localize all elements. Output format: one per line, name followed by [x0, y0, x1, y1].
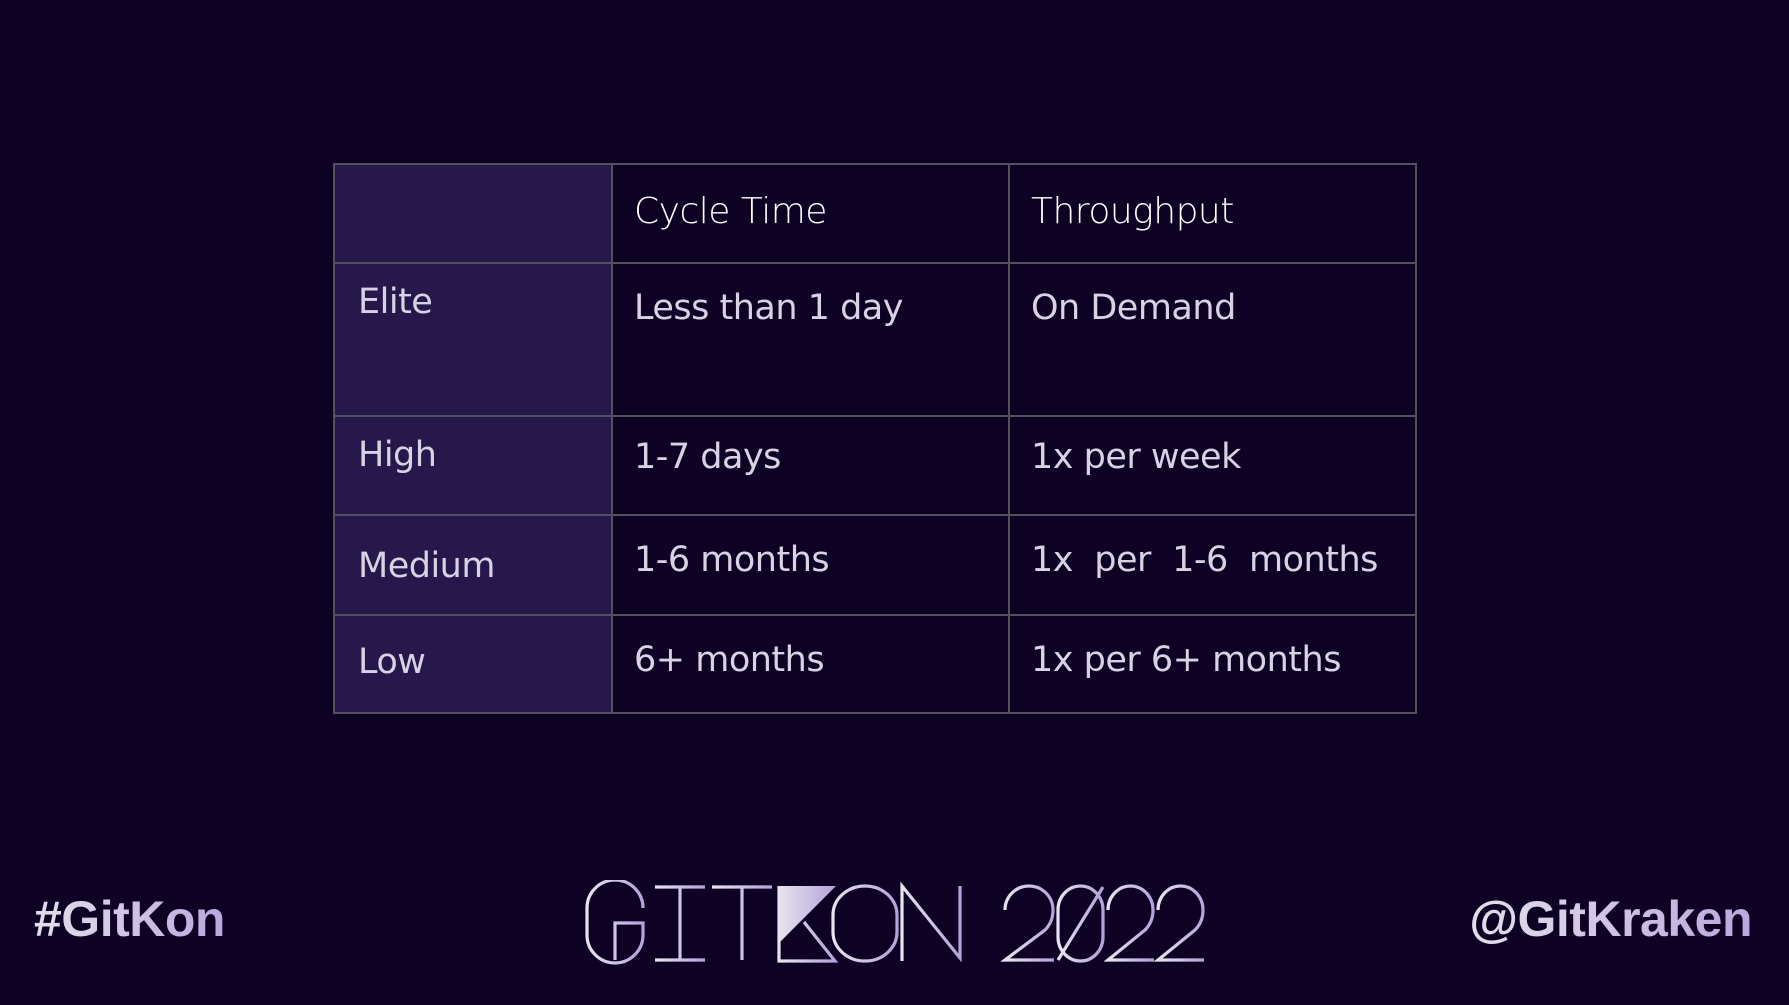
column-header-label: Cycle Time: [634, 191, 827, 232]
logo-digit-2: [1103, 884, 1155, 962]
cell-low-cycle-time: 6+ months: [613, 616, 1010, 712]
cell-medium-cycle-time: 1-6 months: [613, 516, 1010, 616]
footer-twitter-handle: @GitKraken: [1469, 891, 1752, 947]
row-label-low: Low: [335, 616, 613, 712]
logo-letter-g: [585, 880, 645, 965]
logo-letter-k: [777, 886, 839, 963]
table-corner-cell: [335, 165, 613, 264]
row-label-high: High: [335, 417, 613, 516]
cell-medium-throughput: 1x per 1-6 months: [1010, 516, 1415, 616]
cell-elite-throughput: On Demand: [1010, 264, 1415, 417]
logo-digit-2: [1153, 884, 1205, 962]
column-header-label: Throughput: [1031, 191, 1234, 232]
logo-letter-t: [712, 885, 772, 960]
gitkon-2022-logo: GITKON 2022: [585, 880, 1205, 965]
cell-low-throughput: 1x per 6+ months: [1031, 640, 1341, 680]
column-header-throughput: Throughput: [1010, 165, 1415, 264]
cell-high-throughput: 1x per week: [1010, 417, 1415, 516]
tier-comparison-table: Cycle Time Throughput Elite Less than 1 …: [333, 163, 1417, 714]
row-label-elite: Elite: [335, 264, 613, 417]
column-header-cycle-time: Cycle Time: [613, 165, 1010, 264]
logo-digit-0: [1056, 884, 1105, 963]
row-label-medium: Medium: [335, 516, 613, 616]
cell-high-cycle-time: 1-7 days: [613, 417, 1010, 516]
cell-elite-cycle-time: Less than 1 day: [613, 264, 1010, 417]
logo-digit-2: [1000, 884, 1055, 962]
logo-letter-i: [655, 885, 705, 962]
logo-letter-n: [900, 881, 962, 963]
footer-hashtag: #GitKon: [34, 891, 225, 947]
logo-letter-o: [831, 884, 899, 963]
